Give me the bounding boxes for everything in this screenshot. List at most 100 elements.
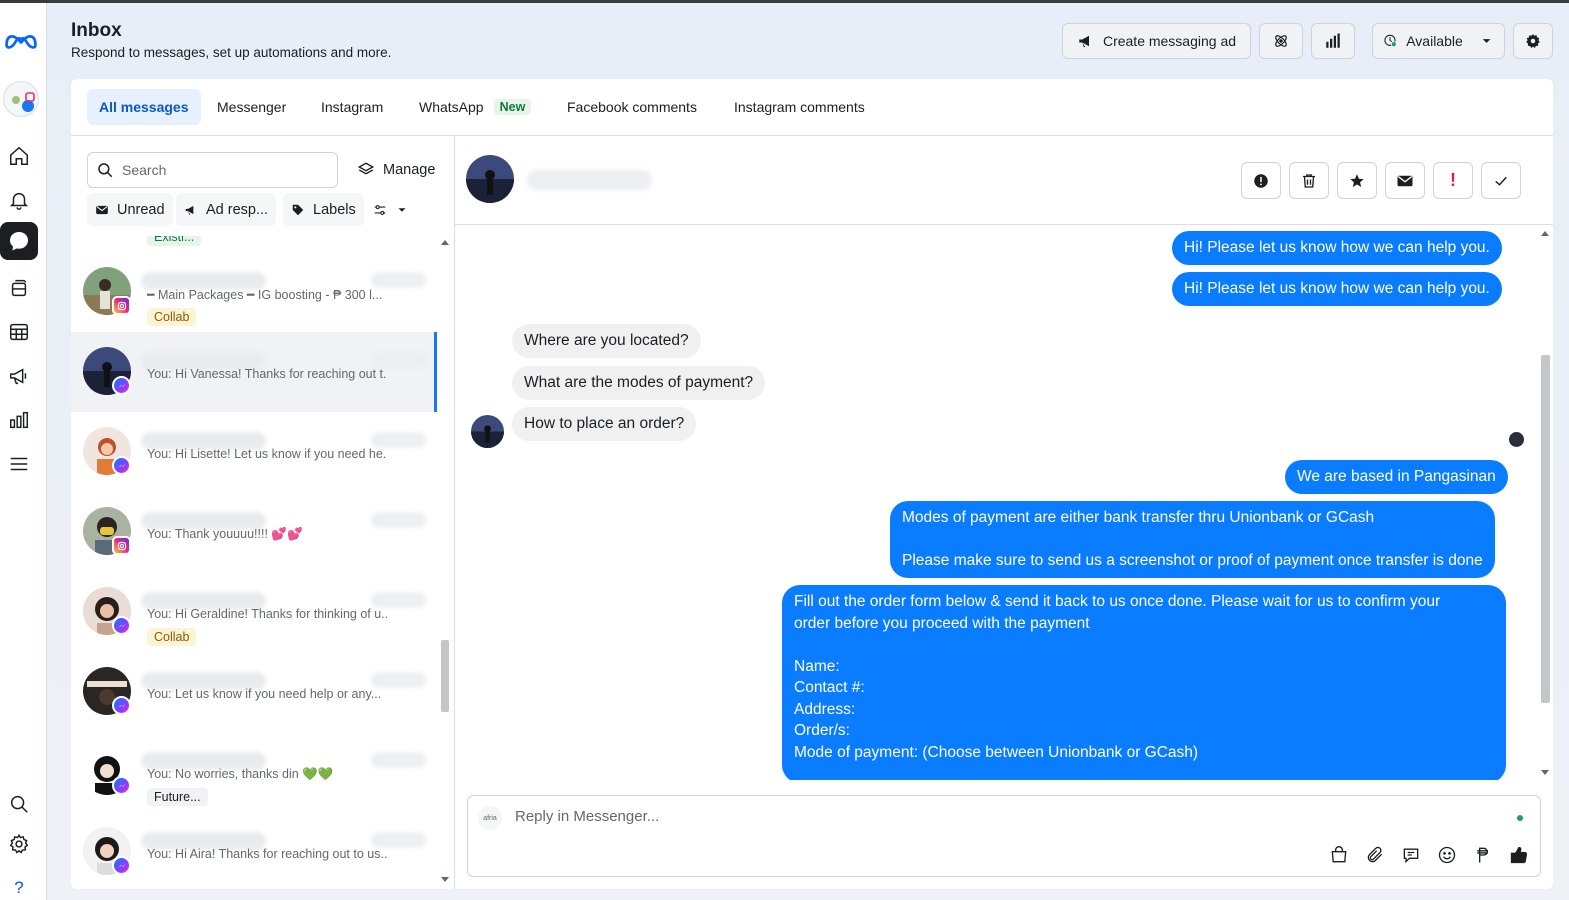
- search-icon[interactable]: [0, 785, 38, 823]
- message-thread: Hi! Please let us know how we can help y…: [455, 225, 1553, 780]
- message-preview: ━ Main Packages ━ IG boosting - ₱ 300 l.…: [147, 288, 383, 302]
- megaphone-icon: [1079, 35, 1089, 47]
- posts-icon[interactable]: [0, 269, 38, 307]
- message-bubble-outgoing: Hi! Please let us know how we can help y…: [1172, 231, 1502, 265]
- envelope-icon: [96, 205, 108, 214]
- message-bubble-incoming: What are the modes of payment?: [512, 366, 766, 400]
- bell-icon[interactable]: [0, 181, 38, 219]
- create-messaging-ad-button[interactable]: Create messaging ad: [1062, 23, 1251, 59]
- delete-button[interactable]: [1289, 162, 1329, 199]
- tab-all-messages[interactable]: All messages: [87, 89, 201, 125]
- emoji-icon[interactable]: [1434, 842, 1460, 868]
- tab-facebook-comments[interactable]: Facebook comments: [555, 89, 709, 125]
- window-top-border: [0, 0, 1569, 3]
- help-icon[interactable]: ?: [0, 869, 38, 900]
- gear-icon[interactable]: [0, 825, 38, 863]
- label-tag: Future...: [147, 788, 208, 806]
- attachment-icon[interactable]: [1362, 842, 1388, 868]
- conversation-item[interactable]: ━ Main Packages ━ IG boosting - ₱ 300 l.…: [71, 252, 437, 332]
- conversation-item[interactable]: You: No worries, thanks din 💚💚 Future...: [71, 732, 437, 812]
- conversation-item[interactable]: You: Hi Aira! Thanks for reaching out to…: [71, 812, 437, 889]
- scroll-up-arrow-icon[interactable]: [440, 238, 450, 246]
- clock-status-icon: [1384, 34, 1397, 48]
- search-input[interactable]: [122, 162, 322, 178]
- megaphone-icon: [185, 205, 194, 215]
- label-tag: Collab: [147, 308, 197, 326]
- insights-button[interactable]: [1311, 23, 1355, 59]
- message-bubble-outgoing: Modes of payment are either bank transfe…: [890, 501, 1495, 578]
- spam-button[interactable]: !: [1433, 162, 1473, 199]
- timestamp-redacted: [371, 672, 426, 688]
- table-icon[interactable]: [0, 313, 38, 351]
- new-badge: New: [493, 99, 532, 115]
- info-button[interactable]: [1241, 162, 1281, 199]
- page-title: Inbox: [71, 20, 122, 41]
- check-icon: [1495, 176, 1507, 186]
- online-status-dot: [1517, 815, 1523, 821]
- shop-icon[interactable]: [1326, 842, 1352, 868]
- bar-chart-icon: [1326, 33, 1340, 48]
- mark-done-button[interactable]: [1481, 162, 1521, 199]
- sliders-icon: [374, 204, 386, 215]
- instagram-badge-icon: [112, 296, 131, 315]
- scroll-up-arrow-icon[interactable]: [1540, 229, 1550, 237]
- megaphone-icon[interactable]: [0, 357, 38, 395]
- star-button[interactable]: [1337, 162, 1377, 199]
- alert-circle-icon: [1254, 173, 1268, 188]
- conversation-list-scrollbar[interactable]: [440, 236, 450, 889]
- scrollbar-thumb[interactable]: [1541, 355, 1550, 703]
- trash-icon: [1303, 173, 1315, 188]
- channel-tabs: All messages Messenger Instagram WhatsAp…: [71, 79, 1553, 136]
- message-preview: You: Thank youuuu!!!! 💕💕: [147, 527, 303, 541]
- page-logo: afria: [478, 806, 502, 830]
- thumbs-up-icon[interactable]: [1506, 842, 1532, 868]
- scroll-down-arrow-icon[interactable]: [1540, 769, 1550, 777]
- filter-ad-responses[interactable]: Ad resp...: [176, 193, 277, 226]
- tab-messenger[interactable]: Messenger: [205, 89, 298, 125]
- filter-settings-dropdown[interactable]: [365, 193, 417, 226]
- payment-icon[interactable]: [1470, 842, 1496, 868]
- insights-icon[interactable]: [0, 401, 38, 439]
- reply-input[interactable]: [515, 808, 1495, 830]
- account-avatar[interactable]: [3, 81, 39, 117]
- meta-logo-icon[interactable]: [4, 29, 38, 51]
- timestamp-redacted: [371, 352, 426, 368]
- scrollbar-thumb[interactable]: [441, 640, 449, 712]
- chat-icon[interactable]: [0, 222, 38, 260]
- message-preview: You: No worries, thanks din 💚💚: [147, 767, 334, 781]
- manage-button[interactable]: Manage: [357, 152, 435, 188]
- settings-button[interactable]: [1513, 23, 1553, 59]
- tab-instagram[interactable]: Instagram: [309, 89, 395, 125]
- conversation-item[interactable]: You: Let us know if you need help or any…: [71, 652, 437, 732]
- envelope-icon: [1397, 175, 1413, 186]
- home-icon[interactable]: [0, 137, 38, 175]
- timestamp-redacted: [371, 832, 426, 848]
- conversation-item[interactable]: You: Thank youuuu!!!! 💕💕: [71, 492, 437, 572]
- message-preview: You: Hi Lisette! Let us know if you need…: [147, 447, 387, 461]
- messenger-badge-icon: [112, 376, 131, 395]
- seen-indicator-avatar: [1509, 432, 1524, 447]
- filter-unread[interactable]: Unread: [87, 193, 173, 226]
- tab-whatsapp[interactable]: WhatsApp New: [407, 89, 543, 125]
- message-thread-scrollbar[interactable]: [1538, 225, 1552, 780]
- tab-instagram-comments[interactable]: Instagram comments: [722, 89, 877, 125]
- conversation-item[interactable]: You: Hi Lisette! Let us know if you need…: [71, 412, 437, 492]
- filter-labels[interactable]: Labels: [283, 193, 364, 226]
- menu-icon[interactable]: [0, 445, 38, 483]
- message-preview: You: Hi Geraldine! Thanks for thinking o…: [147, 607, 387, 621]
- availability-dropdown[interactable]: Available: [1372, 23, 1505, 59]
- layers-icon: [357, 162, 375, 175]
- message-preview: You: Hi Vanessa! Thanks for reaching out…: [147, 367, 387, 381]
- timestamp-redacted: [371, 592, 426, 608]
- messenger-badge-icon: [112, 456, 131, 475]
- conversation-item[interactable]: You: Hi Vanessa! Thanks for reaching out…: [71, 332, 437, 412]
- saved-replies-icon[interactable]: [1398, 842, 1424, 868]
- mark-unread-button[interactable]: [1385, 162, 1425, 199]
- automations-button[interactable]: [1259, 23, 1303, 59]
- message-bubble-outgoing: Hi! Please let us know how we can help y…: [1172, 272, 1502, 306]
- conversation-header: !: [455, 136, 1553, 225]
- conversation-item[interactable]: You: Hi Geraldine! Thanks for thinking o…: [71, 572, 437, 652]
- contact-avatar[interactable]: [466, 155, 514, 203]
- messenger-badge-icon: [112, 616, 131, 635]
- scroll-down-arrow-icon[interactable]: [440, 876, 450, 884]
